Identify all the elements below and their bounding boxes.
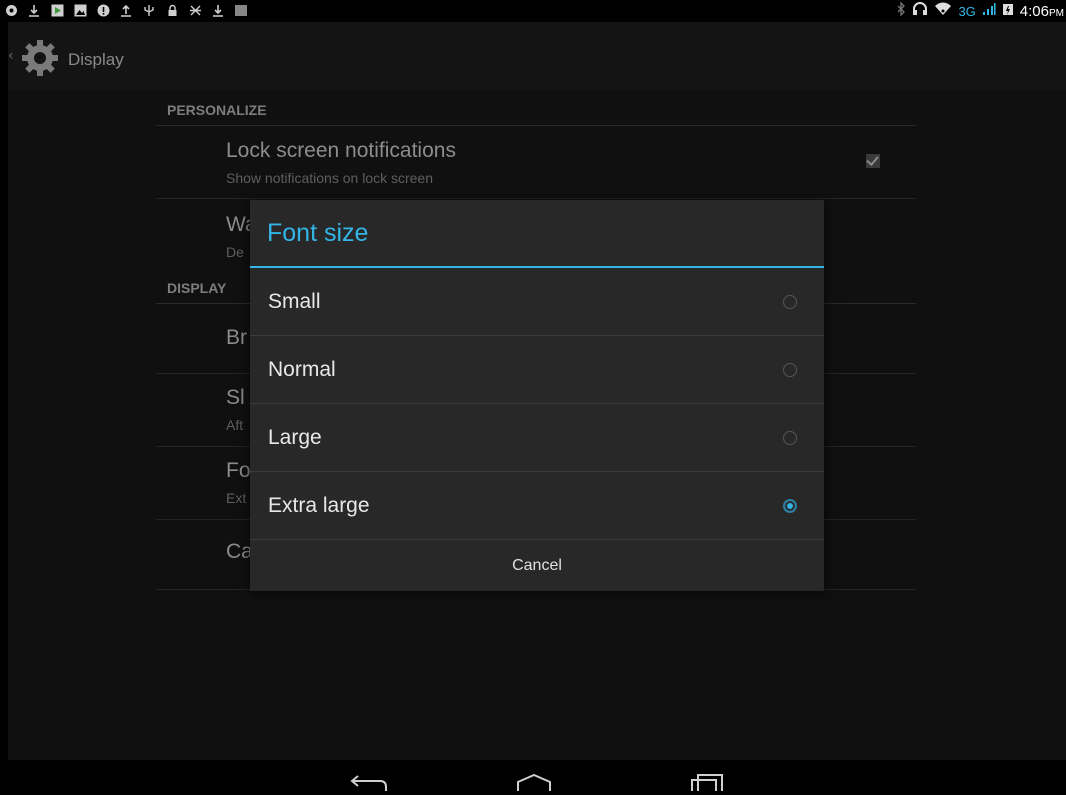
up-caret-icon[interactable]: ‹ — [8, 48, 14, 64]
pref-summary: De — [226, 244, 244, 260]
pref-title: Fo — [226, 459, 251, 482]
cancel-button[interactable]: Cancel — [250, 540, 824, 591]
download-icon — [27, 3, 41, 17]
font-size-option-extra-large[interactable]: Extra large — [250, 472, 824, 540]
radio-button-checked[interactable] — [783, 499, 797, 513]
image-icon — [73, 3, 87, 17]
upload-icon — [119, 3, 133, 17]
status-bar: 3G 4:06PM — [0, 0, 1066, 22]
gear-icon[interactable] — [20, 38, 60, 78]
bluetooth-icon — [896, 1, 906, 20]
play-store-icon — [50, 3, 64, 17]
pref-summary: Show notifications on lock screen — [226, 170, 433, 186]
lock-icon — [165, 3, 179, 17]
sync-icon — [4, 3, 18, 17]
signal-icon — [982, 2, 996, 20]
notification-icons — [4, 3, 248, 17]
option-label: Normal — [268, 358, 336, 381]
dialog-title: Font size — [267, 219, 369, 247]
barcode-icon — [234, 3, 248, 17]
font-size-option-normal[interactable]: Normal — [250, 336, 824, 404]
section-header-personalize: PERSONALIZE — [156, 90, 916, 126]
radio-button[interactable] — [783, 431, 797, 445]
font-size-option-small[interactable]: Small — [250, 268, 824, 336]
clock-time: 4:06 — [1019, 2, 1049, 20]
navigation-bar — [0, 760, 1066, 791]
option-label: Extra large — [268, 494, 370, 517]
radio-button[interactable] — [783, 295, 797, 309]
recent-apps-icon[interactable] — [688, 774, 728, 791]
pref-title: Lock screen notifications — [226, 139, 456, 162]
clock: 4:06PM — [1020, 3, 1064, 20]
pref-summary: Ext — [226, 490, 247, 506]
wifi-icon — [934, 2, 952, 20]
back-icon[interactable] — [350, 774, 390, 791]
system-status-icons: 3G 4:06PM — [896, 1, 1064, 20]
page-title: Display — [68, 50, 124, 69]
home-icon[interactable] — [514, 773, 554, 791]
usb-icon — [142, 3, 156, 17]
font-size-dialog: Font size Small Normal Large Extra large… — [250, 200, 824, 591]
action-bar: ‹ Display — [8, 22, 1066, 90]
pref-title: Sl — [226, 386, 245, 409]
pref-summary: Aft — [226, 417, 244, 433]
pref-title: Br — [226, 326, 247, 349]
option-label: Small — [268, 290, 321, 313]
radio-button[interactable] — [783, 363, 797, 377]
pref-lock-screen-notifications[interactable]: Lock screen notifications Show notificat… — [156, 126, 916, 199]
network-type-label: 3G — [958, 3, 976, 19]
download-icon — [211, 3, 225, 17]
pref-title: Ca — [226, 540, 253, 563]
alert-icon — [96, 3, 110, 17]
debug-icon — [188, 3, 202, 17]
headset-icon — [912, 2, 928, 20]
option-label: Large — [268, 426, 322, 449]
font-size-option-large[interactable]: Large — [250, 404, 824, 472]
lock-screen-checkbox[interactable] — [866, 154, 880, 168]
battery-icon — [1002, 2, 1014, 20]
clock-ampm: PM — [1049, 7, 1064, 19]
